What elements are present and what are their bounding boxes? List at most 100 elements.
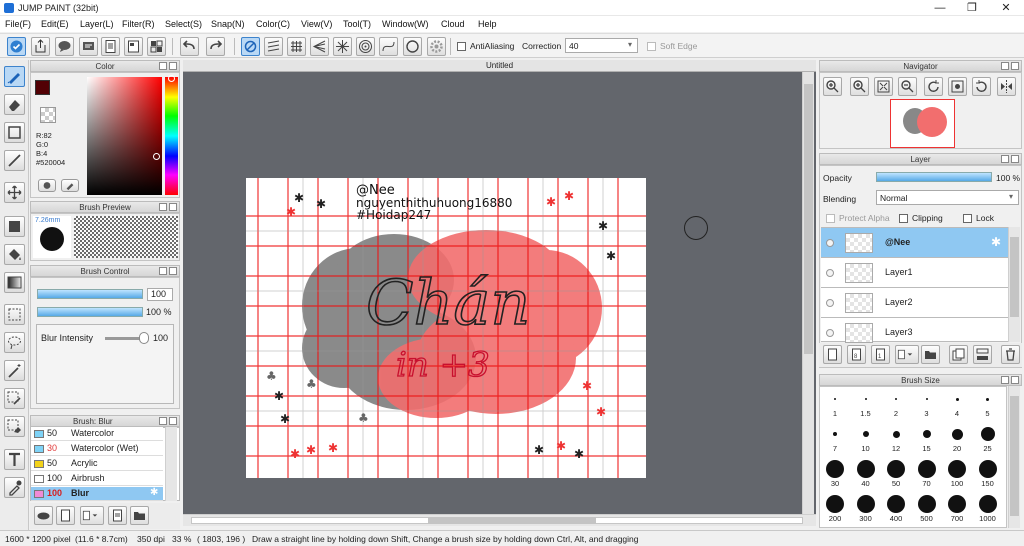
zoom-in-button[interactable] xyxy=(823,77,842,96)
panel-close-icon[interactable] xyxy=(1011,155,1019,163)
horizontal-scroll-thumb[interactable] xyxy=(428,517,596,524)
close-button[interactable]: ✕ xyxy=(990,0,1022,16)
tool-magic-wand[interactable] xyxy=(4,360,25,381)
layer-row-layer1[interactable]: Layer1 xyxy=(821,258,1008,288)
minimize-button[interactable]: — xyxy=(924,0,956,16)
color-picker-cursor[interactable] xyxy=(153,153,160,160)
panel-close-icon[interactable] xyxy=(169,62,177,70)
brush-size-option[interactable]: 25 xyxy=(973,424,1003,458)
brush-item-watercolor[interactable]: 50 Watercolor xyxy=(31,427,163,441)
tool-select-rect[interactable] xyxy=(4,304,25,325)
protect-alpha-checkbox[interactable] xyxy=(826,214,835,223)
transparent-color-swatch[interactable] xyxy=(40,107,56,123)
menu-layer[interactable]: Layer(L) xyxy=(80,19,114,29)
panel-close-icon[interactable] xyxy=(169,203,177,211)
brush-upload-button[interactable] xyxy=(34,506,53,525)
new-layer-8bit-button[interactable]: 8 xyxy=(847,345,866,364)
panel-float-icon[interactable] xyxy=(159,62,167,70)
brush-size-option[interactable]: 300 xyxy=(851,494,881,528)
brush-size-option[interactable]: 20 xyxy=(942,424,972,458)
navigator-thumbnail[interactable] xyxy=(890,99,955,148)
menu-window[interactable]: Window(W) xyxy=(382,19,429,29)
rotate-right-button[interactable] xyxy=(972,77,991,96)
menu-filter[interactable]: Filter(R) xyxy=(122,19,155,29)
rotate-left-button[interactable] xyxy=(924,77,943,96)
brush-size-option[interactable]: 50 xyxy=(881,459,911,493)
tool-text[interactable] xyxy=(4,449,25,470)
tool-eraser[interactable] xyxy=(4,94,25,115)
panel-float-icon[interactable] xyxy=(159,417,167,425)
delete-layer-button[interactable] xyxy=(1001,345,1020,364)
eyedropper-color-button[interactable] xyxy=(61,179,79,192)
artwork-canvas[interactable]: ✱ ✱✱ ✱ ✱✱✱ ✱✱✱ ✱ ✱ ✱ ✱✱✱✱ ♣♣♣ @Nee nguyenthit… xyxy=(246,178,646,478)
undo-button[interactable] xyxy=(180,37,199,56)
menu-file[interactable]: File(F) xyxy=(5,19,31,29)
tool-bucket[interactable] xyxy=(4,244,25,265)
brush-new-button[interactable] xyxy=(56,506,75,525)
brush-properties-button[interactable] xyxy=(108,506,127,525)
redo-button[interactable] xyxy=(206,37,225,56)
tool-rectangle[interactable] xyxy=(4,122,25,143)
canvas-tab[interactable]: Untitled xyxy=(183,60,816,72)
shape-snap-button[interactable] xyxy=(403,37,422,56)
brush-size-slider[interactable] xyxy=(37,289,143,299)
menu-tool[interactable]: Tool(T) xyxy=(343,19,371,29)
brush-size-scrollbar[interactable] xyxy=(1008,386,1020,528)
layer-settings-gear-icon[interactable]: ✱ xyxy=(991,235,1001,249)
add-layer-dropdown[interactable] xyxy=(895,345,919,364)
panel-float-icon[interactable] xyxy=(1001,376,1009,384)
fit-screen-button[interactable] xyxy=(874,77,893,96)
layer-list-scrollbar[interactable] xyxy=(1008,227,1020,342)
panel-float-icon[interactable] xyxy=(1001,62,1009,70)
soft-edge-checkbox[interactable] xyxy=(647,42,656,51)
tool-line[interactable] xyxy=(4,150,25,171)
layer-scroll-thumb[interactable] xyxy=(1010,237,1019,317)
tool-select-eraser[interactable] xyxy=(4,416,25,437)
brush-size-option[interactable]: 150 xyxy=(973,459,1003,493)
brush-size-scroll-thumb[interactable] xyxy=(1010,396,1019,516)
canvas-vertical-scrollbar[interactable] xyxy=(802,72,814,514)
snap-off-button[interactable] xyxy=(241,37,260,56)
tool-eyedropper[interactable] xyxy=(4,477,25,498)
brush-size-option[interactable]: 15 xyxy=(912,424,942,458)
brush-opacity-slider[interactable] xyxy=(37,307,143,317)
layer-opacity-slider[interactable] xyxy=(876,172,992,182)
brush-size-option[interactable]: 700 xyxy=(942,494,972,528)
menu-color[interactable]: Color(C) xyxy=(256,19,290,29)
layer-row-layer2[interactable]: Layer2 xyxy=(821,288,1008,318)
document-button[interactable] xyxy=(101,37,120,56)
brush-size-option[interactable]: 10 xyxy=(851,424,881,458)
layer-row-layer3[interactable]: Layer3 xyxy=(821,318,1008,343)
panel-close-icon[interactable] xyxy=(169,267,177,275)
tool-select-pen[interactable] xyxy=(4,388,25,409)
menu-view[interactable]: View(V) xyxy=(301,19,332,29)
brush-size-option[interactable]: 30 xyxy=(820,459,850,493)
hue-cursor[interactable] xyxy=(168,75,175,82)
panel-close-icon[interactable] xyxy=(169,417,177,425)
layer-visibility-icon[interactable] xyxy=(826,239,834,247)
menu-cloud[interactable]: Cloud xyxy=(441,19,465,29)
brush-list-scrollbar[interactable] xyxy=(165,427,177,501)
color-history-button[interactable] xyxy=(38,179,56,192)
layer-visibility-icon[interactable] xyxy=(826,299,834,307)
parallel-snap-button[interactable] xyxy=(264,37,283,56)
tool-lasso[interactable] xyxy=(4,332,25,353)
brush-size-option[interactable]: 3 xyxy=(912,389,942,423)
brush-size-option[interactable]: 1.5 xyxy=(851,389,881,423)
radial-snap-button[interactable] xyxy=(333,37,352,56)
perspective-snap-button[interactable] xyxy=(310,37,329,56)
brush-add-dropdown[interactable] xyxy=(80,506,104,525)
tool-fill-rect[interactable] xyxy=(4,216,25,237)
panel-close-icon[interactable] xyxy=(1011,62,1019,70)
tool-move[interactable] xyxy=(4,182,25,203)
brush-size-option[interactable]: 100 xyxy=(942,459,972,493)
brush-item-blur[interactable]: 100 Blur ✱ xyxy=(31,487,163,501)
menu-help[interactable]: Help xyxy=(478,19,497,29)
brush-size-option[interactable]: 500 xyxy=(912,494,942,528)
merge-layer-button[interactable] xyxy=(973,345,992,364)
lock-checkbox[interactable] xyxy=(963,214,972,223)
layer-visibility-icon[interactable] xyxy=(826,269,834,277)
brush-size-option[interactable]: 7 xyxy=(820,424,850,458)
brush-folder-button[interactable] xyxy=(130,506,149,525)
panel-close-icon[interactable] xyxy=(1011,376,1019,384)
